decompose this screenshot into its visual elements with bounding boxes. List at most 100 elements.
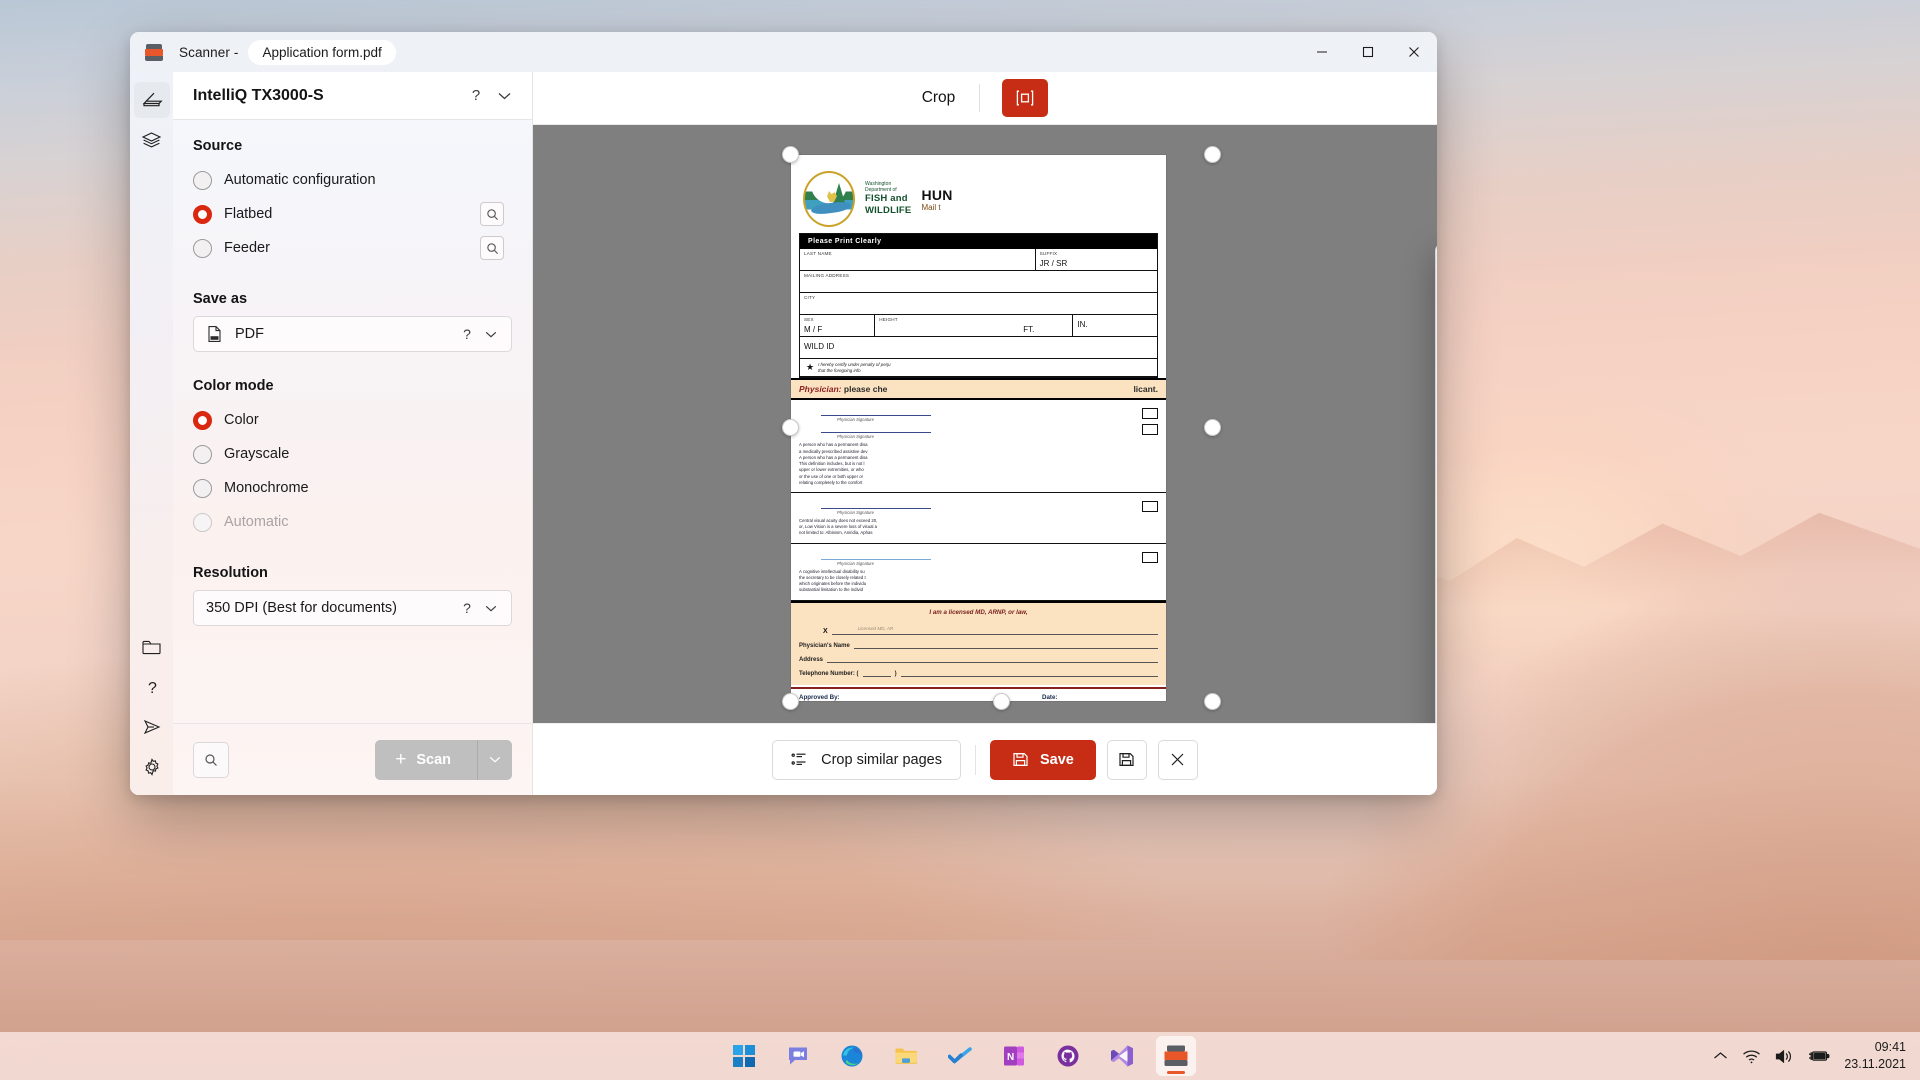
menu-item-4-3[interactable]: 4:3: [1436, 349, 1437, 382]
menu-item-ansi-b-ledger-tabloid[interactable]: ANSI B - Ledger/Tabloid: [1436, 565, 1437, 598]
agency-name: Washington Department of FISH and WILDLI…: [865, 181, 911, 217]
menu-item-flip[interactable]: Flip: [1436, 382, 1437, 415]
taskbar-item-teams[interactable]: [778, 1036, 818, 1076]
scan-options-chevron[interactable]: [478, 740, 512, 780]
checkbox[interactable]: [1142, 552, 1158, 563]
maximize-button[interactable]: [1345, 32, 1391, 72]
feeder-preview-icon[interactable]: [480, 236, 504, 260]
print-clearly-bar: Please Print Clearly: [800, 234, 1157, 249]
physician-section-3: Physician Signature A cognitive intellec…: [791, 544, 1166, 601]
scan-button-group[interactable]: + Scan: [375, 740, 512, 780]
window-controls: [1299, 32, 1437, 72]
taskbar: N: [0, 1032, 1920, 1080]
pdf-file-icon: [206, 325, 223, 343]
preview-scan-button[interactable]: [193, 742, 229, 778]
sidebar-item-pages[interactable]: [134, 122, 170, 158]
radio-feeder[interactable]: Feeder: [193, 231, 512, 265]
taskbar-item-file-explorer[interactable]: [886, 1036, 926, 1076]
crop-handle-top-left[interactable]: [782, 146, 799, 163]
taskbar-item-onenote[interactable]: N: [994, 1036, 1034, 1076]
minimize-button[interactable]: [1299, 32, 1345, 72]
radio-indicator: [193, 411, 212, 430]
save-as-button[interactable]: [1107, 740, 1147, 780]
clock-time: 09:41: [1844, 1039, 1906, 1056]
sidebar-item-feedback[interactable]: [134, 709, 170, 745]
question-icon[interactable]: ?: [455, 326, 479, 342]
save-button[interactable]: Save: [990, 740, 1096, 780]
document-preview[interactable]: Washington Department of FISH and WILDLI…: [791, 155, 1166, 701]
checkbox[interactable]: [1142, 501, 1158, 512]
taskbar-item-start[interactable]: [724, 1036, 764, 1076]
window-title: Scanner -: [179, 45, 238, 60]
scan-button-label: Scan: [416, 752, 451, 768]
battery-charging-icon[interactable]: [1808, 1049, 1830, 1063]
radio-label: Flatbed: [224, 206, 272, 222]
star-icon: ★: [806, 362, 814, 373]
address-line[interactable]: [827, 655, 1158, 663]
scan-button[interactable]: + Scan: [375, 740, 478, 780]
radio-automatic-configuration[interactable]: Automatic configuration: [193, 163, 512, 197]
aspect-ratio-button[interactable]: [1002, 79, 1048, 117]
crop-handle-bottom-right[interactable]: [1204, 693, 1221, 710]
clock[interactable]: 09:41 23.11.2021: [1844, 1039, 1906, 1073]
signature-line[interactable]: Licensed MD, AR: [832, 626, 1158, 635]
physician-section-1: Physician Signature Physician Signature …: [791, 400, 1166, 493]
menu-item-square[interactable]: Square: [1436, 283, 1437, 316]
menu-item-din-a[interactable]: DIN A: [1436, 457, 1437, 490]
source-group: Source Automatic configuration Flatbed: [193, 138, 512, 265]
save-as-dropdown[interactable]: PDF ?: [193, 316, 512, 352]
crop-handle-bottom-left[interactable]: [782, 693, 799, 710]
menu-group-header-north-american: North American: [1436, 499, 1437, 532]
radio-grayscale[interactable]: Grayscale: [193, 437, 512, 471]
crop-similar-pages-button[interactable]: Crop similar pages: [772, 740, 961, 780]
menu-item-kai-4[interactable]: Kai 4: [1436, 673, 1437, 706]
chevron-down-icon[interactable]: [479, 605, 503, 612]
close-button[interactable]: [1391, 32, 1437, 72]
close-crop-button[interactable]: [1158, 740, 1198, 780]
crop-handle-right[interactable]: [1204, 419, 1221, 436]
crop-handle-left[interactable]: [782, 419, 799, 436]
menu-item-ansi-a-letter[interactable]: ANSI A - Letter: [1436, 532, 1437, 565]
sidebar-item-settings[interactable]: [134, 749, 170, 785]
flatbed-preview-icon[interactable]: [480, 202, 504, 226]
document-tab[interactable]: Application form.pdf: [248, 40, 395, 65]
resolution-value: 350 DPI (Best for documents): [206, 600, 455, 616]
resolution-group: Resolution 350 DPI (Best for documents) …: [193, 565, 512, 626]
menu-item-3-2[interactable]: 3:2: [1436, 316, 1437, 349]
sidebar-item-help[interactable]: ?: [134, 669, 170, 705]
wifi-icon[interactable]: [1742, 1049, 1761, 1064]
menu-item-kai-8[interactable]: Kai 8: [1436, 706, 1437, 723]
resolution-dropdown[interactable]: 350 DPI (Best for documents) ?: [193, 590, 512, 626]
aspect-ratio-menu[interactable]: CustomSquare3:24:3FlipInternationalDIN A…: [1435, 243, 1437, 723]
menu-item-custom[interactable]: Custom: [1436, 250, 1437, 283]
chevron-up-icon[interactable]: [1713, 1051, 1728, 1061]
crop-handle-top-right[interactable]: [1204, 146, 1221, 163]
physician-name-line[interactable]: [854, 641, 1158, 649]
radio-color[interactable]: Color: [193, 403, 512, 437]
checkbox[interactable]: [1142, 424, 1158, 435]
taskbar-item-edge[interactable]: [832, 1036, 872, 1076]
crop-canvas[interactable]: Washington Department of FISH and WILDLI…: [533, 125, 1437, 723]
radio-flatbed[interactable]: Flatbed: [193, 197, 512, 231]
sidebar-item-folder[interactable]: [134, 629, 170, 665]
chevron-down-icon[interactable]: [479, 331, 503, 338]
radio-monochrome[interactable]: Monochrome: [193, 471, 512, 505]
sidebar-item-scan[interactable]: [134, 82, 170, 118]
question-icon[interactable]: ?: [462, 82, 490, 110]
chevron-down-icon[interactable]: [490, 82, 518, 110]
question-icon[interactable]: ?: [455, 600, 479, 616]
taskbar-item-scanner[interactable]: [1156, 1036, 1196, 1076]
crop-handle-bottom-center[interactable]: [993, 693, 1010, 710]
title-bar: Scanner - Application form.pdf: [130, 32, 1437, 72]
radio-indicator: [193, 171, 212, 190]
taskbar-item-todo[interactable]: [940, 1036, 980, 1076]
svg-text:?: ?: [148, 680, 157, 697]
taskbar-item-visual-studio[interactable]: [1102, 1036, 1142, 1076]
checkbox[interactable]: [1142, 408, 1158, 419]
save-as-group: Save as PDF ?: [193, 291, 512, 352]
save-as-title: Save as: [193, 291, 512, 307]
settings-footer: + Scan: [173, 723, 532, 795]
taskbar-item-github[interactable]: [1048, 1036, 1088, 1076]
radio-indicator: [193, 205, 212, 224]
speaker-icon[interactable]: [1775, 1049, 1794, 1064]
